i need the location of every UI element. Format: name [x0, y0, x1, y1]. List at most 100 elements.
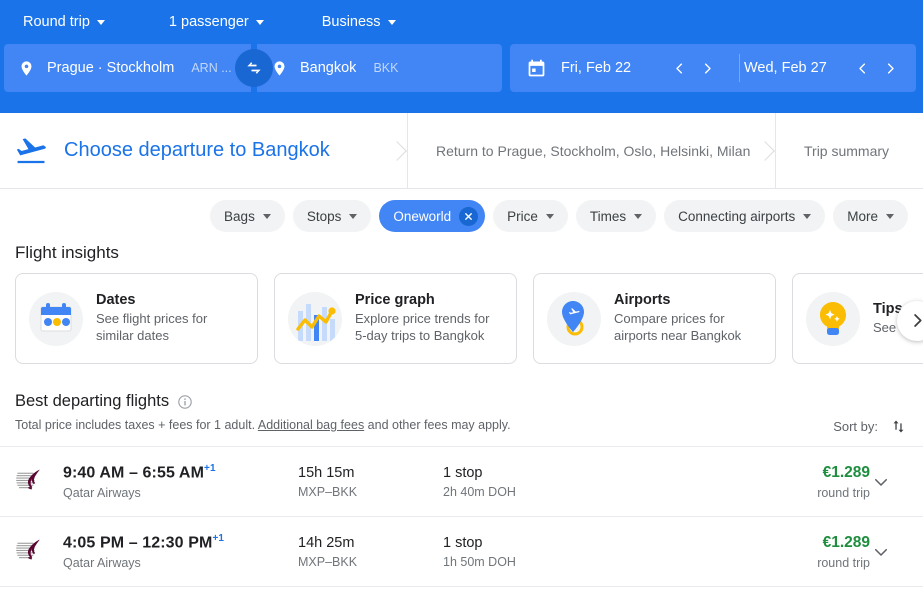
- swap-locations-button[interactable]: [235, 49, 273, 87]
- insight-card-price-graph[interactable]: Price graph Explore price trends for 5-d…: [274, 273, 517, 364]
- chevron-down-icon: [97, 20, 105, 25]
- trip-options-row: Round trip 1 passenger Business: [0, 0, 923, 44]
- location-fields-group: Prague · Stockholm ARN ... Bangkok BKK: [4, 44, 502, 92]
- insights-carousel: Dates See flight prices for similar date…: [0, 273, 923, 368]
- chevron-down-icon: [349, 214, 357, 219]
- insight-card-dates[interactable]: Dates See flight prices for similar date…: [15, 273, 258, 364]
- flight-stops: 1 stop 2h 40m DOH: [443, 465, 643, 499]
- return-prev-day-button[interactable]: [848, 54, 876, 82]
- insight-card-subtitle: Explore price trends for 5-day trips to …: [355, 311, 504, 345]
- flight-insights-heading: Flight insights: [0, 241, 923, 273]
- return-date[interactable]: Wed, Feb 27: [744, 60, 827, 76]
- insights-cards-row: Dates See flight prices for similar date…: [0, 273, 923, 364]
- table-row[interactable]: 9:40 AM – 6:55 AM+1 Qatar Airways 15h 15…: [0, 447, 923, 517]
- sort-by-control[interactable]: Sort by:: [833, 418, 907, 435]
- filter-chip-more[interactable]: More: [833, 200, 908, 232]
- search-panel: Round trip 1 passenger Business Prague ·…: [0, 0, 923, 113]
- chip-label: Stops: [307, 209, 342, 224]
- best-departing-flights-header: Best departing flights Total price inclu…: [0, 368, 923, 432]
- info-icon[interactable]: [177, 394, 193, 410]
- flight-duration: 15h 15m MXP–BKK: [298, 465, 443, 499]
- breadcrumb-trip-summary[interactable]: Trip summary: [776, 113, 923, 188]
- qatar-airways-logo: [15, 467, 47, 496]
- flight-row-right: 1 stop 2h 40m DOH €1.289 round trip: [443, 464, 908, 500]
- origin-input[interactable]: Prague · Stockholm ARN ...: [4, 44, 251, 92]
- chevron-down-icon: [546, 214, 554, 219]
- filter-chip-stops[interactable]: Stops: [293, 200, 372, 232]
- date-fields-group: Fri, Feb 22 Wed, Feb 27: [510, 44, 916, 92]
- insight-card-text: Airports Compare prices for airports nea…: [614, 292, 763, 345]
- filter-chip-oneworld[interactable]: Oneworld: [379, 200, 485, 232]
- chip-label: Connecting airports: [678, 209, 795, 224]
- destination-input[interactable]: Bangkok BKK: [257, 44, 502, 92]
- departure-next-day-button[interactable]: [693, 54, 721, 82]
- flight-row-right: 1 stop 1h 50m DOH €1.289 round trip: [443, 534, 908, 570]
- filter-chip-connecting-airports[interactable]: Connecting airports: [664, 200, 825, 232]
- breadcrumb-arrow-icon: [754, 113, 776, 188]
- disclaimer-prefix: Total price includes taxes + fees for 1 …: [15, 418, 258, 432]
- price-value: €1.289: [643, 464, 870, 482]
- sort-by-label: Sort by:: [833, 419, 878, 434]
- origin-city: Prague · Stockholm: [47, 60, 174, 76]
- close-icon[interactable]: [459, 207, 478, 226]
- chip-label: More: [847, 209, 878, 224]
- passengers-selector[interactable]: 1 passenger: [160, 10, 273, 35]
- date-divider: [739, 54, 740, 82]
- filter-chip-bags[interactable]: Bags: [210, 200, 285, 232]
- breadcrumb: Choose departure to Bangkok Return to Pr…: [0, 113, 923, 189]
- duration-value: 15h 15m: [298, 465, 443, 481]
- cabin-class-selector[interactable]: Business: [313, 10, 405, 35]
- insight-card-airports[interactable]: Airports Compare prices for airports nea…: [533, 273, 776, 364]
- page-title: Best departing flights: [15, 392, 908, 411]
- price-note: round trip: [643, 486, 870, 500]
- additional-bag-fees-link[interactable]: Additional bag fees: [258, 418, 364, 432]
- breadcrumb-return[interactable]: Return to Prague, Stockholm, Oslo, Helsi…: [408, 113, 775, 188]
- price-disclaimer: Total price includes taxes + fees for 1 …: [15, 418, 908, 432]
- flight-stops: 1 stop 1h 50m DOH: [443, 535, 643, 569]
- day-offset: +1: [204, 463, 216, 474]
- return-date-navs: [848, 54, 916, 82]
- disclaimer-suffix: and other fees may apply.: [364, 418, 510, 432]
- chevron-left-icon: [672, 61, 687, 76]
- origin-code: ARN ...: [191, 61, 231, 75]
- insight-card-text: Price graph Explore price trends for 5-d…: [355, 292, 504, 345]
- departure-arrival-time: 4:05 PM – 12:30 PM+1: [63, 533, 298, 552]
- chevron-down-icon: [634, 214, 642, 219]
- filter-chip-price[interactable]: Price: [493, 200, 568, 232]
- duration-value: 14h 25m: [298, 535, 443, 551]
- departure-arrival-time: 9:40 AM – 6:55 AM+1: [63, 463, 298, 482]
- breadcrumb-choose-departure[interactable]: Choose departure to Bangkok: [0, 113, 407, 188]
- return-next-day-button[interactable]: [876, 54, 904, 82]
- expand-flight-button[interactable]: [869, 540, 893, 564]
- airline-logo: [15, 537, 63, 566]
- departure-date[interactable]: Fri, Feb 22: [561, 60, 631, 76]
- chevron-right-icon: [883, 61, 898, 76]
- swap-arrows-icon: [244, 58, 264, 78]
- airline-name: Qatar Airways: [63, 556, 298, 570]
- cabin-class-label: Business: [322, 15, 381, 30]
- qatar-airways-logo: [15, 537, 47, 566]
- flight-duration: 14h 25m MXP–BKK: [298, 535, 443, 569]
- chevron-down-icon: [803, 214, 811, 219]
- expand-flight-button[interactable]: [869, 470, 893, 494]
- trip-type-label: Round trip: [23, 15, 90, 30]
- results-heading: Best departing flights: [15, 392, 169, 411]
- trip-type-selector[interactable]: Round trip: [14, 10, 114, 35]
- route-value: MXP–BKK: [298, 485, 443, 499]
- filter-chip-times[interactable]: Times: [576, 200, 656, 232]
- chip-label: Bags: [224, 209, 255, 224]
- departure-prev-day-button[interactable]: [665, 54, 693, 82]
- table-row[interactable]: 4:05 PM – 12:30 PM+1 Qatar Airways 14h 2…: [0, 517, 923, 587]
- chip-label: Oneworld: [393, 209, 451, 224]
- chevron-left-icon: [855, 61, 870, 76]
- chevron-down-icon: [886, 214, 894, 219]
- chevron-right-icon: [700, 61, 715, 76]
- time-range: 9:40 AM – 6:55 AM: [63, 464, 204, 481]
- day-offset: +1: [212, 533, 224, 544]
- destination-city: Bangkok: [300, 60, 356, 76]
- chevron-down-icon: [872, 473, 890, 491]
- layover-value: 1h 50m DOH: [443, 555, 643, 569]
- layover-value: 2h 40m DOH: [443, 485, 643, 499]
- chevron-right-icon: [908, 311, 923, 330]
- flight-times: 9:40 AM – 6:55 AM+1 Qatar Airways: [63, 463, 298, 500]
